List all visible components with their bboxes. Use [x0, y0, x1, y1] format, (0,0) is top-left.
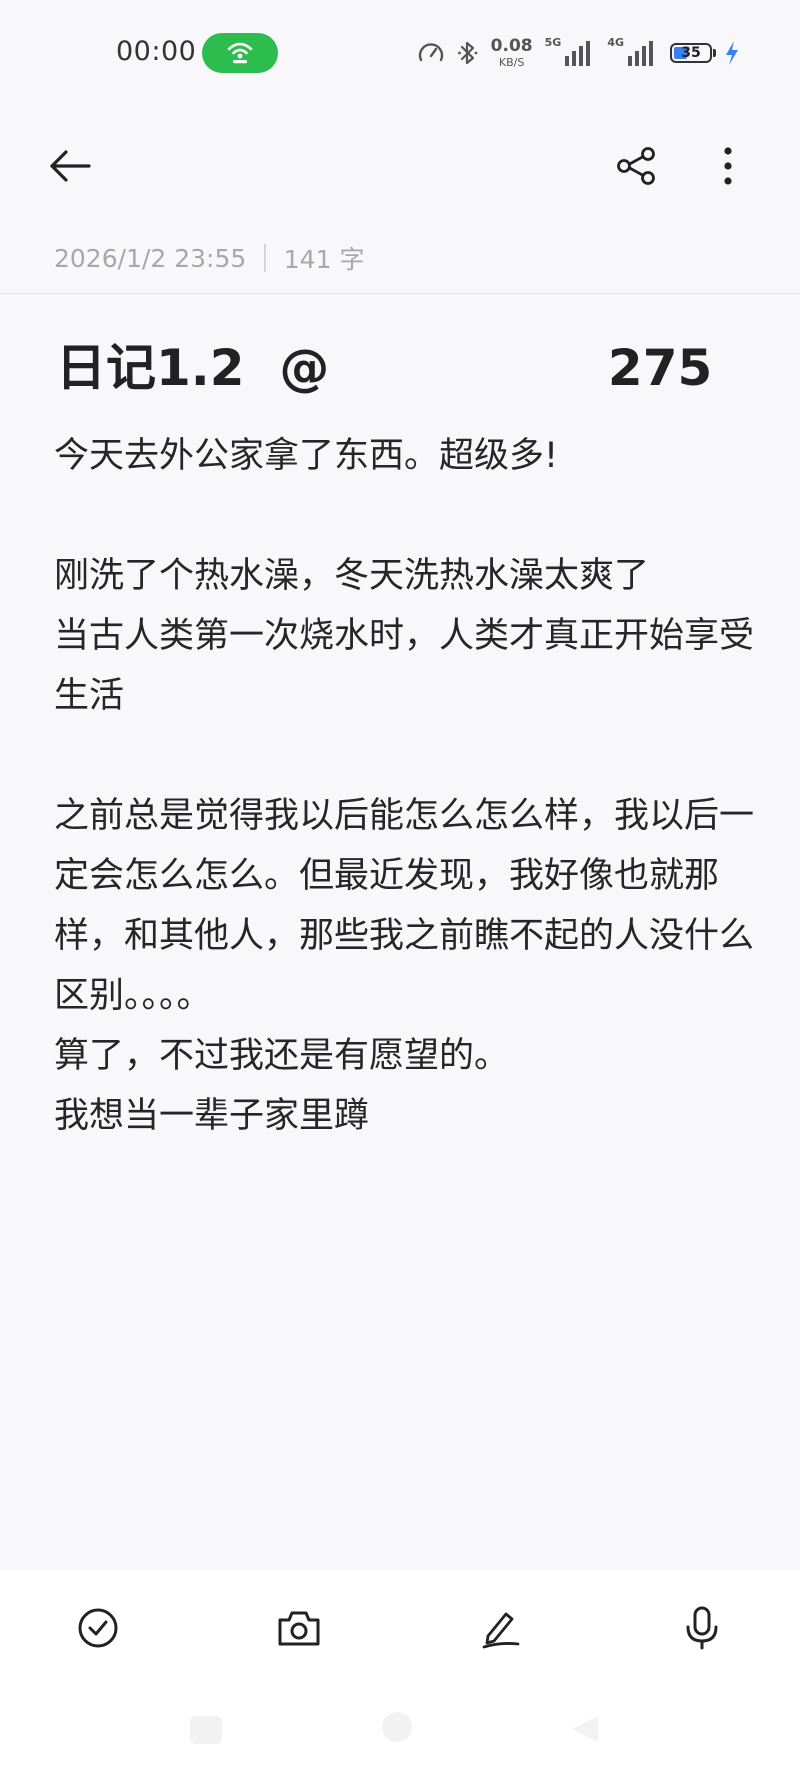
- speedometer-icon: [418, 43, 443, 62]
- net-speed-unit: KB/S: [498, 56, 525, 69]
- more-vertical-icon: [724, 147, 732, 185]
- system-nav-bar: [0, 1710, 800, 1750]
- status-time: 00:00: [116, 36, 197, 67]
- note-title[interactable]: 日记1.2 @ 275: [56, 328, 716, 400]
- toolbar: [0, 130, 800, 200]
- microphone-icon: [686, 1606, 718, 1650]
- status-bar: 00:00 0.08 KB/S 5G 4G 35: [0, 0, 800, 106]
- battery-indicator: 35: [670, 43, 716, 63]
- bottom-toolbar: [0, 1570, 800, 1778]
- meta-divider: [264, 244, 266, 272]
- pen-icon: [482, 1612, 520, 1649]
- arrow-left-icon: [50, 150, 91, 182]
- note-paragraph: 算了，不过我还是有愿望的。: [54, 1036, 510, 1076]
- note-blank-line: [54, 726, 754, 786]
- header-divider: [0, 293, 800, 294]
- note-paragraph: 当古人类第一次烧水时，人类才真正开始享受生活: [54, 616, 755, 716]
- camera-icon: [278, 1611, 320, 1646]
- net-speed: 0.08 KB/S: [490, 36, 533, 69]
- note-paragraph: 今天去外公家拿了东西。超级多!: [54, 436, 559, 476]
- note-paragraph: 我想当一辈子家里蹲: [54, 1096, 370, 1136]
- note-blank-line: [54, 486, 754, 546]
- nav-back-icon[interactable]: [568, 1714, 602, 1744]
- signal-2-label: 4G: [607, 36, 624, 49]
- charging-bolt-icon: [726, 41, 738, 65]
- note-paragraph: 之前总是觉得我以后能怎么怎么样，我以后一定会怎么怎么。但最近发现，我好像也就那样…: [54, 796, 755, 1016]
- note-word-count: 141 字: [283, 245, 365, 274]
- share-button[interactable]: [612, 142, 660, 190]
- net-speed-value: 0.08: [490, 36, 533, 56]
- signal-bars-icon: [628, 41, 653, 66]
- back-button[interactable]: [46, 142, 94, 190]
- note-datetime: 2026/1/2 23:55: [54, 243, 247, 273]
- checklist-button[interactable]: [70, 1600, 126, 1656]
- share-icon: [617, 147, 655, 185]
- note-paragraph: 刚洗了个热水澡，冬天洗热水澡太爽了: [54, 556, 650, 596]
- voice-button[interactable]: [674, 1600, 730, 1656]
- handwriting-button[interactable]: [472, 1600, 528, 1656]
- recent-apps-button[interactable]: [190, 1716, 222, 1744]
- hotspot-icon: [227, 42, 253, 64]
- check-circle-icon: [78, 1608, 118, 1648]
- hotspot-indicator[interactable]: [202, 33, 278, 73]
- battery-level: 35: [681, 45, 701, 61]
- signal-1-label: 5G: [544, 36, 562, 49]
- bluetooth-icon: [457, 41, 478, 65]
- status-icons: 0.08 KB/S 5G 4G 35: [417, 36, 740, 70]
- home-button[interactable]: [382, 1712, 412, 1742]
- signal-bars-icon: [565, 41, 591, 66]
- camera-button[interactable]: [271, 1600, 327, 1656]
- note-meta: 2026/1/2 23:55 141 字: [54, 240, 364, 276]
- note-body[interactable]: 今天去外公家拿了东西。超级多! 刚洗了个热水澡，冬天洗热水澡太爽了 当古人类第一…: [54, 426, 754, 1146]
- more-options-button[interactable]: [704, 142, 752, 190]
